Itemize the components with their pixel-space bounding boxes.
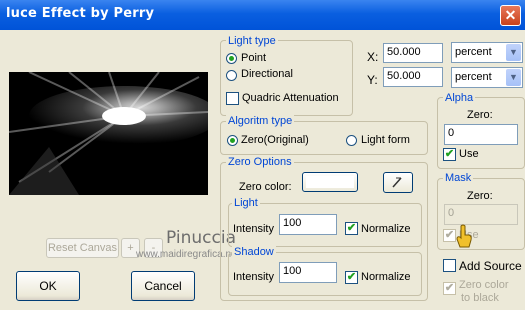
radio-light-form[interactable]	[346, 135, 357, 146]
ok-button[interactable]: OK	[16, 271, 80, 301]
light-intensity-label: Intensity	[233, 223, 274, 235]
radio-zero-original-label: Zero(Original)	[241, 134, 309, 146]
close-icon: ✕	[504, 7, 517, 23]
chevron-down-icon: ▼	[506, 44, 521, 61]
reset-canvas-button[interactable]: Reset Canvas	[46, 238, 119, 258]
light-subgroup-label: Light	[232, 197, 260, 209]
zero-color-swatch	[306, 176, 354, 188]
y-label: Y:	[367, 73, 378, 87]
zero-color-black-label-line1: Zero color	[459, 279, 509, 291]
light-normalize-label: Normalize	[361, 223, 411, 235]
cancel-button[interactable]: Cancel	[131, 271, 195, 301]
x-input[interactable]: 50.000	[383, 43, 443, 63]
add-source-label: Add Source	[459, 259, 522, 273]
mask-zero-label: Zero:	[467, 190, 493, 202]
quadric-attenuation-checkbox[interactable]	[226, 92, 239, 105]
zero-color-black-label-line2: to black	[461, 292, 499, 304]
add-source-checkbox[interactable]	[443, 259, 456, 272]
zero-color-label: Zero color:	[239, 181, 292, 193]
x-unit-select[interactable]: percent ▼	[451, 42, 523, 63]
window-title: luce Effect by Perry	[6, 6, 155, 21]
light-type-label: Light type	[226, 35, 278, 47]
alpha-zero-input[interactable]: 0	[444, 124, 518, 145]
radio-zero-original[interactable]	[227, 135, 238, 146]
shadow-subgroup-label: Shadow	[232, 246, 276, 258]
light-normalize-checkbox[interactable]: ✔	[345, 222, 358, 235]
alpha-zero-label: Zero:	[467, 109, 493, 121]
title-bar: luce Effect by Perry ✕	[0, 0, 525, 30]
zero-color-button[interactable]	[302, 172, 358, 192]
close-button[interactable]: ✕	[500, 5, 521, 26]
zero-options-label: Zero Options	[226, 156, 294, 168]
dropper-icon	[392, 177, 402, 188]
shadow-intensity-label: Intensity	[233, 271, 274, 283]
y-unit-select[interactable]: percent ▼	[451, 67, 523, 88]
light-intensity-input[interactable]: 100	[279, 214, 337, 235]
color-picker-button[interactable]	[383, 172, 413, 193]
chevron-down-icon: ▼	[506, 69, 521, 86]
shadow-intensity-input[interactable]: 100	[279, 262, 337, 283]
shadow-normalize-label: Normalize	[361, 271, 411, 283]
x-label: X:	[367, 50, 379, 64]
alpha-label: Alpha	[443, 92, 476, 104]
alpha-use-label: Use	[459, 148, 479, 160]
radio-point-label: Point	[241, 52, 267, 64]
preview-canvas[interactable]	[9, 72, 208, 195]
radio-directional-label: Directional	[241, 68, 293, 80]
algorithm-label: Algoritm type	[226, 115, 295, 127]
alpha-use-checkbox[interactable]: ✔	[443, 148, 456, 161]
light-rays-preview	[9, 72, 208, 195]
zero-color-black-checkbox[interactable]: ✔	[443, 282, 456, 295]
hand-cursor-icon	[456, 224, 472, 248]
y-unit-value: percent	[455, 71, 492, 83]
quadric-attenuation-label: Quadric Attenuation	[242, 92, 339, 104]
mask-label: Mask	[443, 172, 474, 184]
y-input[interactable]: 50.000	[383, 67, 443, 87]
x-unit-value: percent	[455, 46, 492, 58]
shadow-normalize-checkbox[interactable]: ✔	[345, 271, 358, 284]
radio-point[interactable]	[226, 53, 237, 64]
radio-light-form-label: Light form	[361, 134, 410, 146]
mask-zero-input[interactable]: 0	[444, 204, 518, 225]
radio-directional[interactable]	[226, 70, 237, 81]
